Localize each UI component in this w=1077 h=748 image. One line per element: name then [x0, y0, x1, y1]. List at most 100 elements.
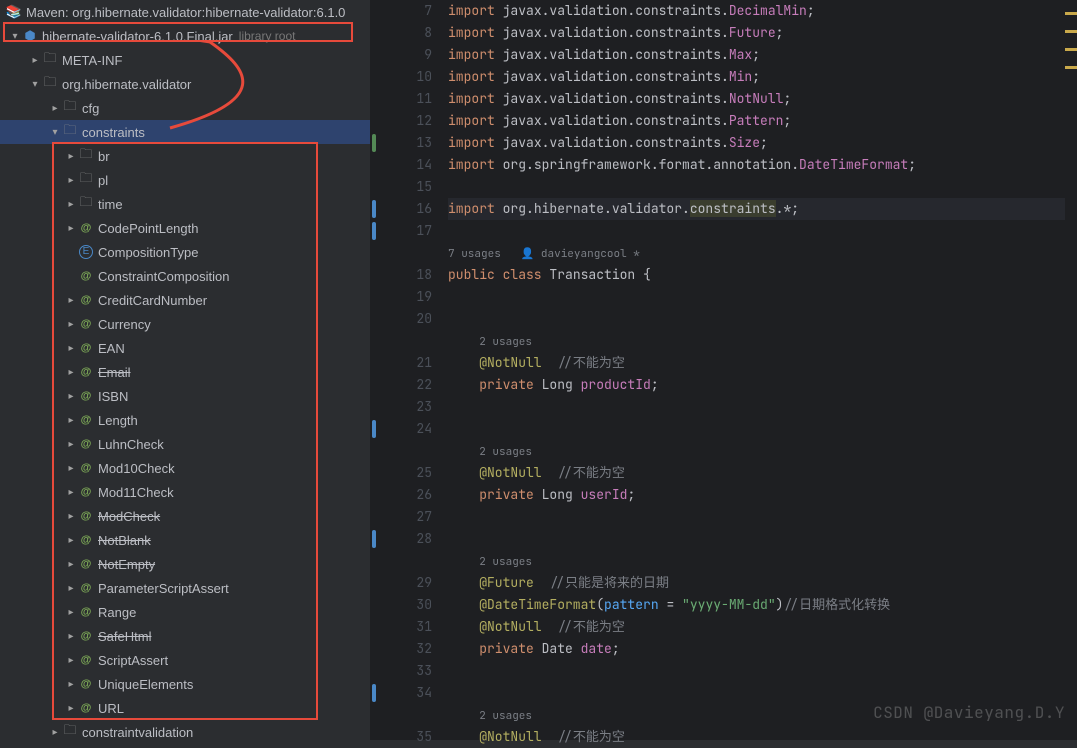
code-line[interactable] — [448, 286, 1077, 308]
tree-item-compositiontype[interactable]: ECompositionType — [0, 240, 370, 264]
code-line[interactable]: import javax.validation.constraints.Futu… — [448, 22, 1077, 44]
tree-item-notblank[interactable]: ▸@NotBlank — [0, 528, 370, 552]
chevron-right-icon: ▸ — [64, 293, 78, 307]
tree-row-metainf[interactable]: ▸ 🗀 META-INF — [0, 48, 370, 72]
tree-row-jar[interactable]: ▾ ⬢ hibernate-validator-6.1.0.Final.jar … — [0, 24, 370, 48]
tree-row-maven[interactable]: 📚 Maven: org.hibernate.validator:hiberna… — [0, 0, 370, 24]
line-number: 9 — [370, 44, 432, 66]
code-line[interactable]: 2 usages — [448, 330, 1077, 352]
tree-item-br[interactable]: ▸🗀br — [0, 144, 370, 168]
code-line[interactable] — [448, 506, 1077, 528]
annotation-icon: @ — [78, 556, 94, 572]
tree-item-url[interactable]: ▸@URL — [0, 696, 370, 720]
annotation-icon: @ — [78, 652, 94, 668]
tree-item-parameterscriptassert[interactable]: ▸@ParameterScriptAssert — [0, 576, 370, 600]
tree-item-currency[interactable]: ▸@Currency — [0, 312, 370, 336]
code-line[interactable]: @DateTimeFormat(pattern = "yyyy-MM-dd")/… — [448, 594, 1077, 616]
line-number: 18 — [370, 264, 432, 286]
chevron-right-icon: ▸ — [64, 413, 78, 427]
code-line[interactable]: import javax.validation.constraints.NotN… — [448, 88, 1077, 110]
line-number: 8 — [370, 22, 432, 44]
tree-item-label: Currency — [98, 317, 151, 332]
tree-item-codepointlength[interactable]: ▸@CodePointLength — [0, 216, 370, 240]
chevron-right-icon: ▸ — [64, 557, 78, 571]
tree-item-pl[interactable]: ▸🗀pl — [0, 168, 370, 192]
code-line[interactable] — [448, 528, 1077, 550]
tree-item-time[interactable]: ▸🗀time — [0, 192, 370, 216]
code-line[interactable] — [448, 396, 1077, 418]
code-line[interactable]: import javax.validation.constraints.Deci… — [448, 0, 1077, 22]
code-line[interactable]: private Long userId; — [448, 484, 1077, 506]
line-number: 27 — [370, 506, 432, 528]
code-line[interactable]: 2 usages — [448, 440, 1077, 462]
chevron-right-icon: ▸ — [64, 581, 78, 595]
line-number: 25 — [370, 462, 432, 484]
line-number: 26 — [370, 484, 432, 506]
code-line[interactable] — [448, 308, 1077, 330]
tree-item-safehtml[interactable]: ▸@SafeHtml — [0, 624, 370, 648]
annotation-icon: @ — [78, 340, 94, 356]
code-line[interactable] — [448, 220, 1077, 242]
tree-item-mod10check[interactable]: ▸@Mod10Check — [0, 456, 370, 480]
line-number: 22 — [370, 374, 432, 396]
tree-row-cfg[interactable]: ▸ 🗀 cfg — [0, 96, 370, 120]
tree-item-ean[interactable]: ▸@EAN — [0, 336, 370, 360]
chevron-right-icon: ▸ — [64, 365, 78, 379]
folder-icon: 🗀 — [62, 124, 78, 140]
tree-item-modcheck[interactable]: ▸@ModCheck — [0, 504, 370, 528]
code-area[interactable]: import javax.validation.constraints.Deci… — [448, 0, 1077, 740]
tree-item-length[interactable]: ▸@Length — [0, 408, 370, 432]
code-line[interactable] — [448, 682, 1077, 704]
code-line[interactable]: 2 usages — [448, 550, 1077, 572]
code-line[interactable]: private Date date; — [448, 638, 1077, 660]
code-editor[interactable]: 7891011121314151617181920212223242526272… — [370, 0, 1077, 740]
chevron-right-icon: ▸ — [64, 341, 78, 355]
tree-item-scriptassert[interactable]: ▸@ScriptAssert — [0, 648, 370, 672]
code-line[interactable]: import javax.validation.constraints.Max; — [448, 44, 1077, 66]
line-number: 19 — [370, 286, 432, 308]
code-line[interactable] — [448, 660, 1077, 682]
code-line[interactable] — [448, 418, 1077, 440]
maven-icon: 📚 — [6, 4, 22, 20]
tree-item-range[interactable]: ▸@Range — [0, 600, 370, 624]
tree-item-isbn[interactable]: ▸@ISBN — [0, 384, 370, 408]
maven-label: Maven: org.hibernate.validator:hibernate… — [26, 5, 345, 20]
tree-item-creditcardnumber[interactable]: ▸@CreditCardNumber — [0, 288, 370, 312]
code-line[interactable]: import javax.validation.constraints.Patt… — [448, 110, 1077, 132]
code-line[interactable]: public class Transaction { — [448, 264, 1077, 286]
code-line[interactable]: @NotNull //不能为空 — [448, 726, 1077, 748]
code-line[interactable]: 2 usages — [448, 704, 1077, 726]
annotation-icon: @ — [78, 460, 94, 476]
code-line[interactable]: @Future //只能是将来的日期 — [448, 572, 1077, 594]
tree-item-constraintcomposition[interactable]: @ConstraintComposition — [0, 264, 370, 288]
scrollbar[interactable] — [1065, 0, 1077, 740]
tree-item-notempty[interactable]: ▸@NotEmpty — [0, 552, 370, 576]
code-line[interactable]: 7 usages 👤 davieyangcool * — [448, 242, 1077, 264]
line-number: 31 — [370, 616, 432, 638]
code-line[interactable]: private Long productId; — [448, 374, 1077, 396]
line-number: 32 — [370, 638, 432, 660]
no-chevron — [64, 245, 78, 259]
tree-item-luhncheck[interactable]: ▸@LuhnCheck — [0, 432, 370, 456]
code-line[interactable]: import javax.validation.constraints.Size… — [448, 132, 1077, 154]
tree-item-label: ModCheck — [98, 509, 160, 524]
code-line[interactable]: @NotNull //不能为空 — [448, 616, 1077, 638]
chevron-right-icon: ▸ — [48, 725, 62, 739]
tree-row-pkgroot[interactable]: ▾ 🗀 org.hibernate.validator — [0, 72, 370, 96]
code-line[interactable]: @NotNull //不能为空 — [448, 352, 1077, 374]
code-line[interactable]: import org.hibernate.validator.constrain… — [448, 198, 1077, 220]
code-line[interactable]: import org.springframework.format.annota… — [448, 154, 1077, 176]
line-number: 28 — [370, 528, 432, 550]
project-tree[interactable]: 📚 Maven: org.hibernate.validator:hiberna… — [0, 0, 370, 740]
tree-row-constraints[interactable]: ▾ 🗀 constraints — [0, 120, 370, 144]
line-number: 17 — [370, 220, 432, 242]
code-line[interactable] — [448, 176, 1077, 198]
tree-item-mod11check[interactable]: ▸@Mod11Check — [0, 480, 370, 504]
line-number: 15 — [370, 176, 432, 198]
tree-item-label: ScriptAssert — [98, 653, 168, 668]
tree-item-uniqueelements[interactable]: ▸@UniqueElements — [0, 672, 370, 696]
tree-item-email[interactable]: ▸@Email — [0, 360, 370, 384]
code-line[interactable]: @NotNull //不能为空 — [448, 462, 1077, 484]
code-line[interactable]: import javax.validation.constraints.Min; — [448, 66, 1077, 88]
tree-row-constraintvalidation[interactable]: ▸ 🗀 constraintvalidation — [0, 720, 370, 740]
